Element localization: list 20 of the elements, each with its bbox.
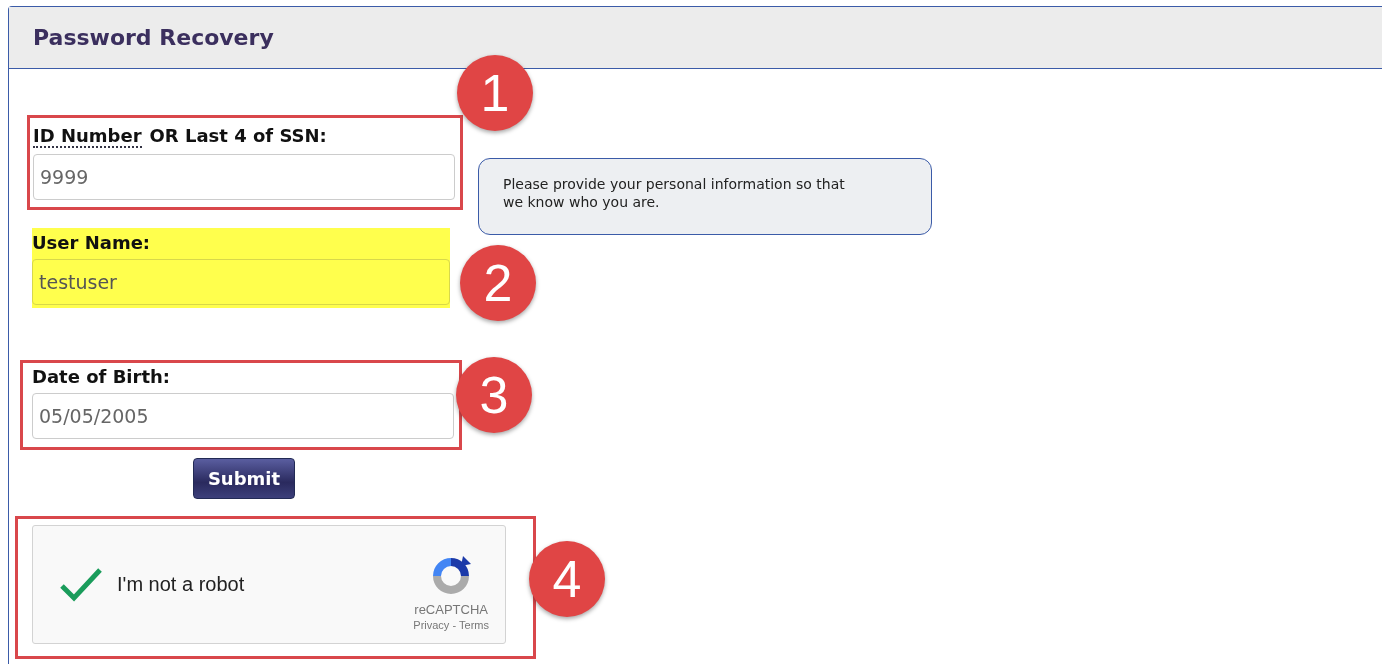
checkmark-icon[interactable] xyxy=(59,566,103,603)
numbered-callout: 3 xyxy=(456,357,532,433)
panel-title: Password Recovery xyxy=(33,25,274,50)
numbered-callout: 2 xyxy=(460,245,536,321)
field-label-abbreviation: ID Number xyxy=(33,125,142,148)
field-label: User Name: xyxy=(32,232,151,253)
input-field[interactable]: 9999 xyxy=(33,154,455,200)
numbered-callout: 4 xyxy=(529,541,605,617)
field-label: OR Last 4 of SSN: xyxy=(149,125,327,148)
terms-link[interactable]: Terms xyxy=(459,619,489,631)
privacy-link[interactable]: Privacy xyxy=(413,619,450,631)
field-label: Date of Birth: xyxy=(32,366,170,387)
captcha-brand: reCAPTCHA xyxy=(414,602,488,617)
info-tooltip: Please provide your personal information so that we know who you are. xyxy=(478,158,932,235)
captcha-label: I'm not a robot xyxy=(117,573,246,596)
submit-button[interactable]: Submit xyxy=(193,458,295,499)
input-field[interactable]: testuser xyxy=(32,259,450,305)
input-field[interactable]: 05/05/2005 xyxy=(32,393,454,439)
numbered-callout: 1 xyxy=(457,55,533,131)
link-separator: - xyxy=(452,619,457,631)
